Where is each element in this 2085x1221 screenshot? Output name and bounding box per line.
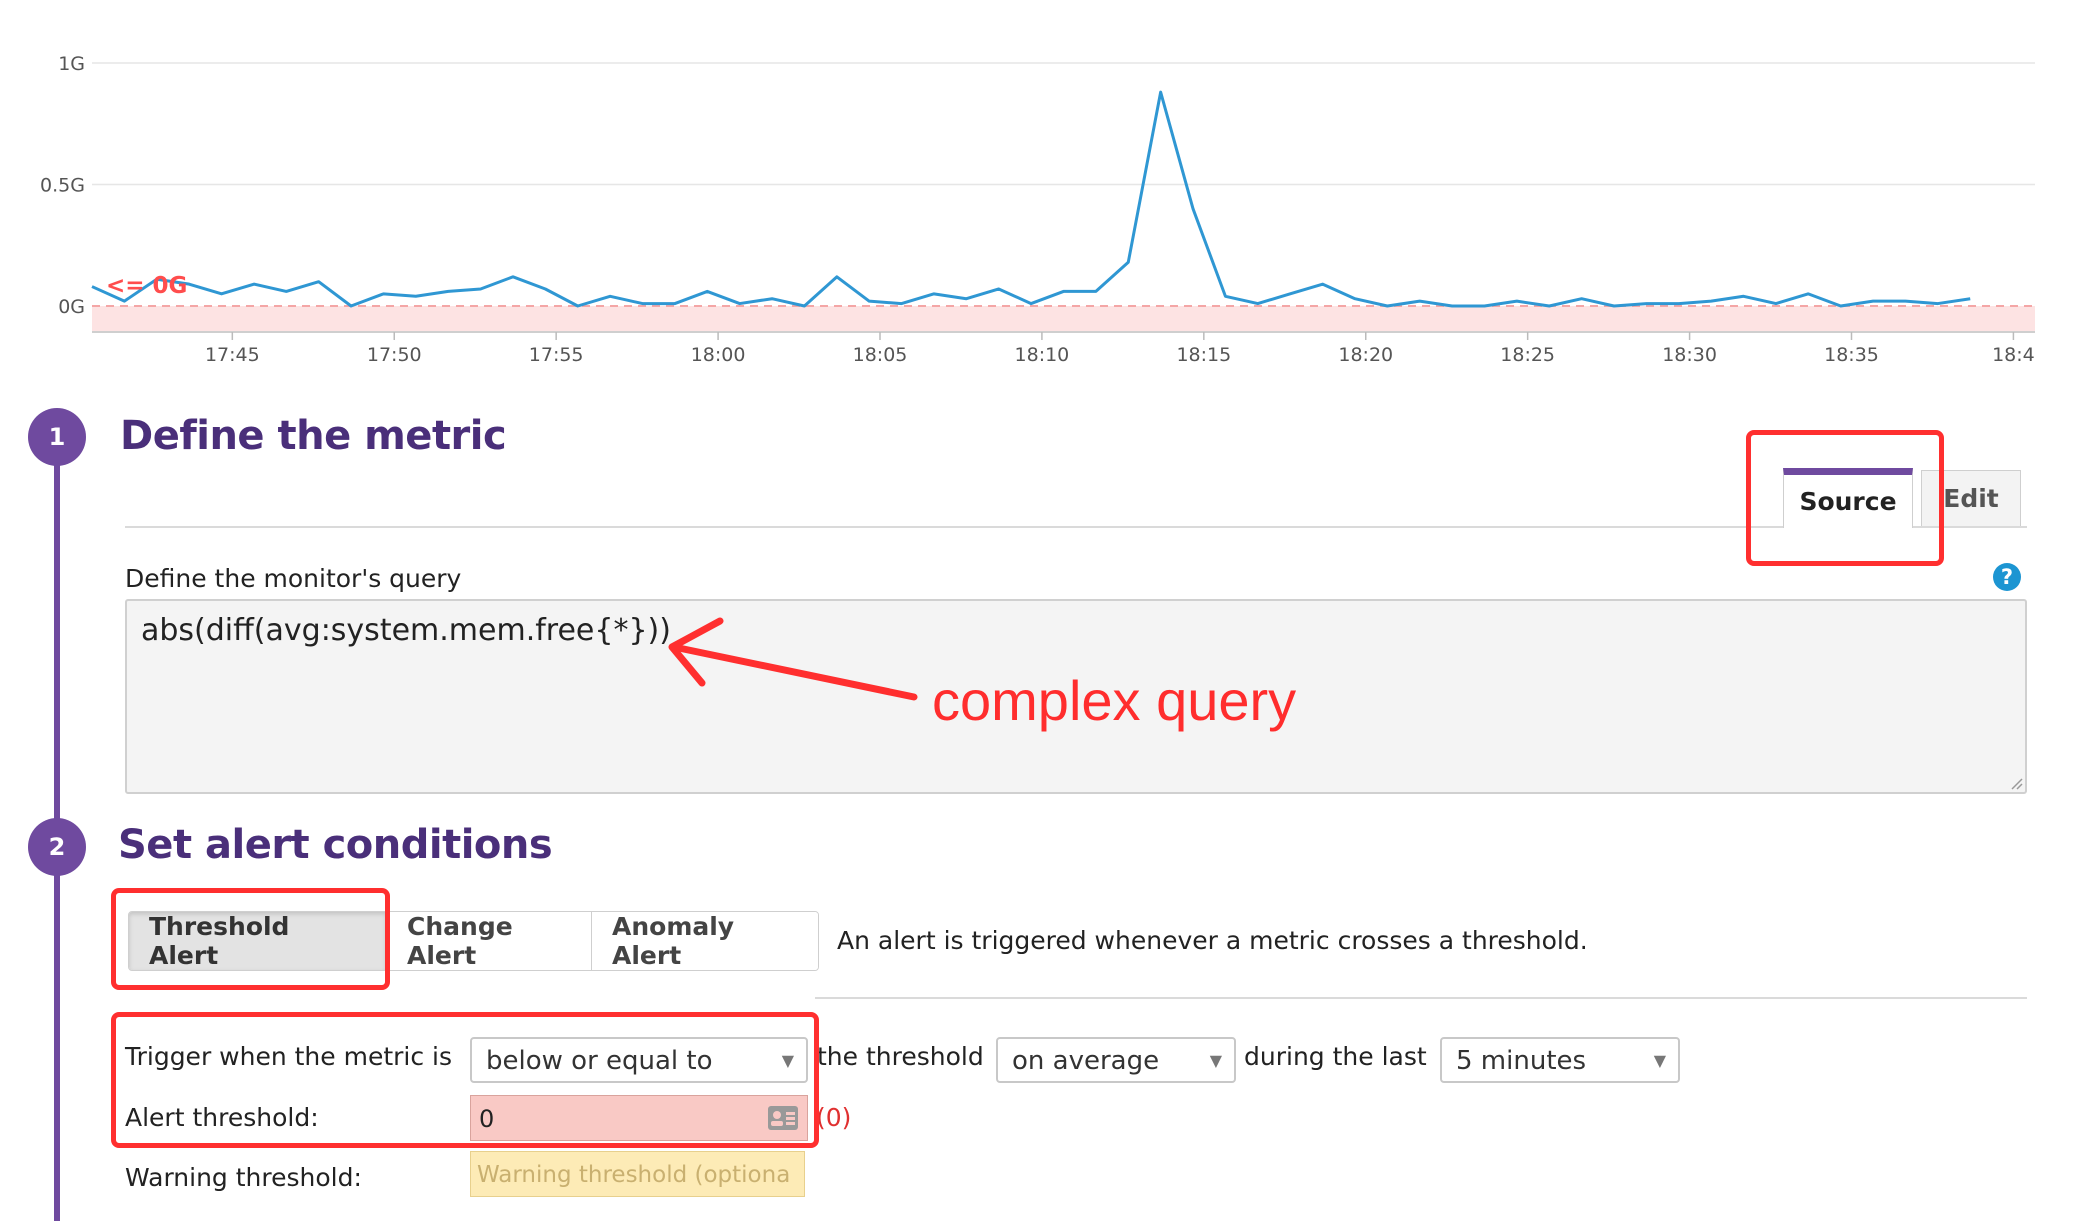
step-1-divider: [125, 526, 2027, 528]
threshold-text: the threshold: [817, 1042, 984, 1071]
metric-chart-svg: 1G 0.5G 0G 17:45 17:50 17:55 18:00 18:05 18:10 18…: [40, 53, 2035, 366]
threshold-label: <= 0G: [106, 273, 187, 299]
annotation-complex-query: complex query: [932, 669, 1297, 732]
warning-threshold-input[interactable]: Warning threshold (optiona: [470, 1151, 805, 1197]
step-2-number: 2: [48, 833, 66, 861]
y-tick-label: 0G: [58, 296, 85, 318]
x-tick-label: 18:05: [853, 344, 908, 366]
x-tick-label: 18:30: [1662, 344, 1717, 366]
x-tick-label: 17:50: [367, 344, 422, 366]
tab-source-label: Source: [1799, 487, 1897, 516]
x-tick-label: 17:55: [529, 344, 584, 366]
step-2-badge: 2: [28, 818, 86, 876]
alert-threshold-value: 0: [479, 1105, 495, 1133]
x-tick-label: 18:15: [1176, 344, 1231, 366]
change-alert-button[interactable]: Change Alert: [387, 912, 592, 970]
trigger-label: Trigger when the metric is: [125, 1042, 453, 1071]
y-tick-label: 0.5G: [40, 175, 85, 197]
x-tick-label: 18:20: [1338, 344, 1393, 366]
tab-source[interactable]: Source: [1783, 468, 1913, 528]
y-tick-label: 1G: [58, 53, 85, 75]
anomaly-alert-button[interactable]: Anomaly Alert: [592, 912, 818, 970]
x-tick-label: 18:35: [1824, 344, 1879, 366]
threshold-alert-button[interactable]: Threshold Alert: [129, 912, 387, 970]
tab-edit-label: Edit: [1943, 484, 1999, 513]
alert-conditions-title: Set alert conditions: [118, 822, 553, 868]
during-text: during the last: [1244, 1042, 1427, 1071]
define-metric-title: Define the metric: [120, 413, 507, 459]
help-icon[interactable]: ?: [1993, 563, 2021, 591]
warning-threshold-placeholder: Warning threshold (optiona: [477, 1162, 791, 1188]
alert-type-group: Threshold Alert Change Alert Anomaly Ale…: [128, 911, 819, 971]
query-label: Define the monitor's query: [125, 564, 462, 593]
window-value: 5 minutes: [1456, 1046, 1587, 1076]
comparison-select[interactable]: below or equal to ▼: [470, 1037, 808, 1083]
help-icon-glyph: ?: [2000, 565, 2014, 589]
threshold-region: [92, 306, 2035, 332]
x-tick-label: 18:4: [1992, 344, 2035, 366]
query-text: abs(diff(avg:system.mem.free{*})): [141, 613, 671, 648]
step-1-number: 1: [48, 423, 66, 451]
warning-threshold-label: Warning threshold:: [125, 1163, 362, 1192]
aggregation-select[interactable]: on average ▼: [996, 1037, 1236, 1083]
window-select[interactable]: 5 minutes ▼: [1440, 1037, 1680, 1083]
aggregation-value: on average: [1012, 1046, 1160, 1076]
tab-edit[interactable]: Edit: [1921, 470, 2021, 526]
step-2-divider: [815, 997, 2027, 999]
alert-type-description: An alert is triggered whenever a metric …: [837, 926, 1588, 955]
chevron-down-icon: ▼: [1209, 1051, 1222, 1070]
x-tick-label: 18:25: [1500, 344, 1555, 366]
alert-threshold-label: Alert threshold:: [125, 1103, 319, 1132]
chevron-down-icon: ▼: [1653, 1051, 1666, 1070]
metric-chart: 1G 0.5G 0G 17:45 17:50 17:55 18:00 18:05 18:10 18…: [0, 0, 2085, 380]
alert-threshold-input[interactable]: 0: [470, 1095, 808, 1141]
x-tick-label: 18:10: [1015, 344, 1070, 366]
x-tick-label: 18:00: [691, 344, 746, 366]
resize-grip-icon[interactable]: [2009, 776, 2023, 790]
chevron-down-icon: ▼: [781, 1051, 794, 1070]
step-1-badge: 1: [28, 408, 86, 466]
x-tick-label: 17:45: [205, 344, 260, 366]
annotation-arrow-icon: [668, 617, 918, 701]
series-line: [91, 90, 1971, 308]
alert-threshold-echo: (0): [816, 1103, 852, 1132]
comparison-value: below or equal to: [486, 1046, 713, 1076]
contact-card-icon: [768, 1106, 798, 1130]
